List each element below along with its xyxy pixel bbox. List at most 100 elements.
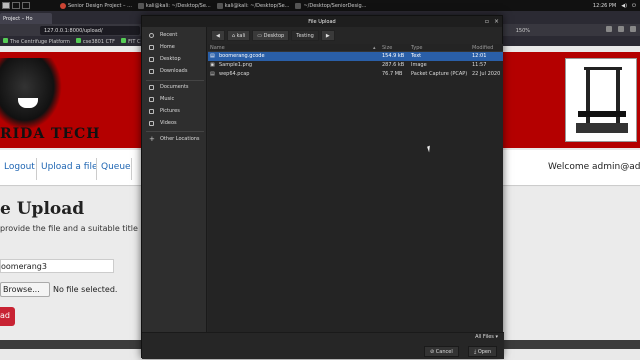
cancel-button[interactable]: ⊘ Cancel [424, 346, 459, 357]
file-type: Image [411, 62, 427, 68]
upload-button[interactable]: ad [0, 307, 15, 326]
url-bar[interactable]: 127.0.0.1:8000/upload/ [40, 25, 140, 35]
sidebar-item-pictures[interactable]: Pictures [149, 108, 180, 114]
lock-icon[interactable]: ⏻ [632, 3, 636, 9]
sidebar-item-documents[interactable]: Documents [149, 84, 189, 90]
plus-icon: + [149, 134, 155, 143]
path-bar: ◀ ⌂ kali ▭ Desktop Testing ▶ [208, 27, 503, 44]
taskbar-label: kali@kali: ~/Desktop/Se... [224, 2, 290, 9]
sidebar-item-desktop[interactable]: Desktop [149, 56, 181, 62]
file-name: wep64.pcap [219, 71, 250, 77]
file-upload-dialog: File Upload ▫ × Recent Home Desktop Down… [141, 15, 504, 359]
file-name: Sample1.png [219, 62, 253, 68]
taskbar-label: ~/Desktop/SeniorDesig... [303, 2, 367, 9]
path-desktop[interactable]: ▭ Desktop [252, 30, 290, 41]
terminal-icon [216, 2, 223, 9]
file-icon: ▤ [210, 71, 215, 77]
path-forward-button[interactable]: ▶ [320, 30, 335, 41]
col-name[interactable]: Name [210, 45, 225, 51]
taskbar-item-folder[interactable]: ~/Desktop/SeniorDesig... [295, 2, 367, 9]
file-modified: 12:01 [472, 53, 487, 59]
nav-logout[interactable]: Logout [4, 162, 35, 172]
file-row[interactable]: ▤ boomerang.gcode 154.9 kB Text 12:01 [208, 52, 503, 61]
dialog-footer: All Files ▾ ⊘ Cancel ⤓ Open [142, 332, 504, 359]
file-size: 76.7 MB [382, 71, 403, 77]
toolbar-icons [606, 26, 636, 32]
col-size[interactable]: Size [382, 45, 392, 51]
video-icon [149, 120, 154, 126]
file-modified: 11:57 [472, 62, 487, 68]
file-icon: ▤ [210, 53, 215, 59]
nav-upload[interactable]: Upload a file [41, 162, 97, 172]
maximize-icon[interactable]: ▫ [485, 18, 489, 25]
file-row[interactable]: ▤ wep64.pcap 76.7 MB Packet Capture (PCA… [208, 70, 503, 79]
zoom-level[interactable]: 150% [516, 28, 530, 34]
page-subtitle: provide the file and a suitable title [0, 224, 138, 233]
path-kali[interactable]: ⌂ kali [226, 30, 251, 41]
terminal-icon [137, 2, 144, 9]
divider [96, 158, 97, 180]
divider [146, 80, 204, 81]
download-icon [149, 68, 154, 74]
browse-button[interactable]: Browse... [0, 282, 50, 297]
mouse-cursor-icon [427, 145, 432, 153]
title-field[interactable]: oomerang3 [0, 259, 114, 273]
menu-icon[interactable] [630, 26, 636, 32]
file-name: boomerang.gcode [219, 53, 265, 59]
workspace-1[interactable] [2, 2, 10, 9]
clock-icon [149, 32, 154, 38]
file-row[interactable]: ▣ Sample1.png 287.6 kB Image 11:57 [208, 61, 503, 70]
firefox-icon [60, 2, 66, 9]
volume-icon[interactable]: ◀) [621, 3, 627, 9]
page-title: e Upload [0, 199, 85, 219]
site-brand: RIDA TECH [0, 126, 101, 142]
divider [146, 131, 204, 132]
sidebar-item-other[interactable]: + Other Locations [149, 134, 200, 143]
image-icon: ▣ [210, 62, 215, 68]
bookmark-icon [3, 37, 8, 43]
bookmark-item[interactable]: cse3801 CTF [75, 37, 115, 45]
sidebar-item-downloads[interactable]: Downloads [149, 68, 187, 74]
folder-icon [295, 2, 302, 9]
nav-queue[interactable]: Queue [101, 162, 131, 172]
sidebar-item-videos[interactable]: Videos [149, 120, 177, 126]
taskbar-item-terminal-1[interactable]: kali@kali: ~/Desktop/Se... [137, 2, 211, 9]
col-modified[interactable]: Modified [472, 45, 493, 51]
file-type: Packet Capture (PCAP) [411, 71, 468, 77]
path-back-button[interactable]: ◀ [211, 30, 225, 41]
taskbar-label: Senior Design Project – ... [68, 2, 132, 9]
file-size: 154.9 kB [382, 53, 405, 59]
document-icon [149, 84, 154, 90]
workspace-3[interactable] [22, 2, 30, 9]
bookmark-item[interactable]: The Centrifuge Platform [3, 37, 70, 45]
bookmark-icon [75, 37, 81, 43]
file-list: Name ▴ Size Type Modified ▤ boomerang.gc… [208, 44, 503, 332]
dialog-title: File Upload [308, 19, 336, 25]
file-status: No file selected. [53, 285, 118, 294]
sidebar-item-music[interactable]: Music [149, 96, 174, 102]
file-filter-dropdown[interactable]: All Files ▾ [475, 334, 498, 340]
divider [36, 158, 37, 180]
sidebar-item-home[interactable]: Home [149, 44, 175, 50]
workspace-2[interactable] [12, 2, 20, 9]
open-button[interactable]: ⤓ Open [468, 346, 498, 357]
desktop-icon [149, 56, 154, 62]
taskbar-item-terminal-2[interactable]: kali@kali: ~/Desktop/Se... [216, 2, 290, 9]
sidebar-item-recent[interactable]: Recent [149, 32, 177, 38]
home-icon [149, 44, 154, 50]
panther-logo [0, 58, 62, 130]
music-icon [149, 96, 154, 102]
col-type[interactable]: Type [411, 45, 422, 51]
close-icon[interactable]: × [494, 18, 499, 25]
sort-icon[interactable]: ▴ [373, 45, 376, 51]
file-modified: 22 Jul 2020 [472, 71, 501, 77]
sidebar-icon[interactable] [618, 26, 624, 32]
taskbar-item-firefox[interactable]: Senior Design Project – ... [60, 2, 132, 9]
dialog-titlebar: File Upload ▫ × [142, 16, 502, 27]
path-testing[interactable]: Testing [291, 30, 319, 41]
library-icon[interactable] [606, 26, 612, 32]
clock[interactable]: 12:26 PM [593, 3, 616, 9]
printer-image [565, 58, 637, 142]
browser-tab[interactable]: Project – Ho [0, 13, 52, 24]
bookmark-item[interactable]: FIT C [121, 37, 141, 45]
